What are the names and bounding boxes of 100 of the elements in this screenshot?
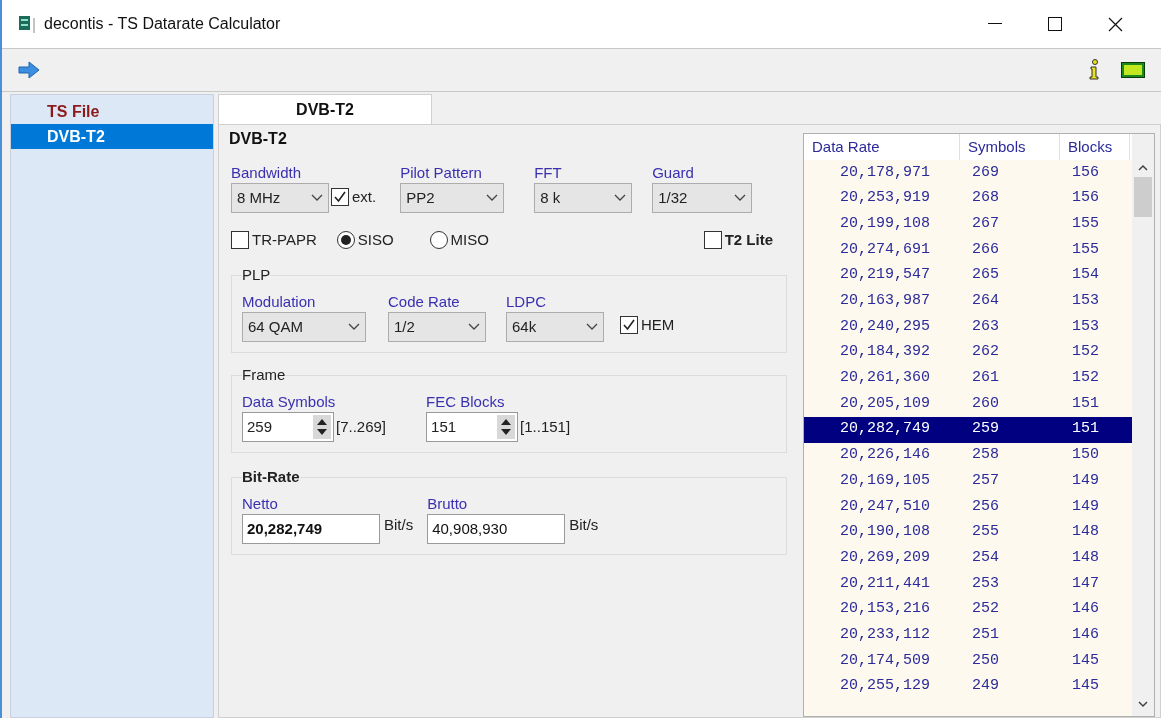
table-cell-text: 154 [1071,265,1100,286]
table-cell-text: 146 [1071,599,1100,620]
field-label: Data Symbols [242,392,337,412]
table-cell-text: 251 [971,624,1000,645]
scrollbar[interactable] [1132,134,1154,716]
table-cell-text: 155 [1071,239,1100,260]
field-label: LDPC [506,292,547,312]
table-row[interactable]: 20,282,749 259 151 [804,416,1132,443]
table-row[interactable]: 20,253,919 268 156 [804,185,1132,212]
output-field[interactable]: 40,908,930 [427,514,566,544]
table-cell-text: 268 [971,188,1000,209]
table-row[interactable]: 20,255,129 249 145 [804,673,1132,700]
chevron-up-icon [1138,164,1148,171]
table-row[interactable]: 20,261,360 261 152 [804,365,1132,392]
table-row[interactable]: 20,190,108 255 148 [804,519,1132,546]
field-label: Brutto [427,494,469,514]
dropdown[interactable]: 8 MHz [231,183,329,213]
field-label: Guard [652,163,695,183]
radio-button[interactable]: SISO [336,228,394,252]
table-cell-text: 147 [1071,573,1100,594]
spin-arrows-icon [497,415,516,439]
table-cell-text: 145 [1071,676,1100,697]
table-cell-text: 264 [971,291,1000,312]
table-cell-text: 20,153,216 [839,599,931,620]
check-icon [622,317,636,332]
table-cell-text: 265 [971,265,1000,286]
table-row[interactable]: 20,205,109 260 151 [804,391,1132,417]
table-cell-text: 20,255,129 [839,676,931,697]
table-cell-text: 262 [971,342,1000,363]
field-label: Netto [242,494,279,514]
table-cell-text: 20,178,971 [839,162,931,183]
table-cell-text: 255 [971,522,1000,543]
dropdown[interactable]: PP2 [400,183,505,213]
spin-field[interactable]: 259 [242,412,334,442]
exit-icon[interactable] [1121,62,1145,78]
close-icon [1107,16,1123,32]
sidebar-item[interactable]: TS File [11,99,213,124]
arrow-right-icon[interactable] [18,61,40,79]
chevron-down-icon [1138,701,1148,708]
table-row[interactable]: 20,219,547 265 154 [804,262,1132,289]
table-cell-text: 253 [971,573,1000,594]
dropdown[interactable]: 1/2 [388,312,486,342]
checkbox[interactable]: HEM [620,313,675,336]
chevron-down-icon [614,194,627,202]
checkbox[interactable]: ext. [331,185,377,208]
table-row[interactable]: 20,247,510 256 149 [804,493,1132,520]
table-row[interactable]: 20,226,146 258 150 [804,442,1132,469]
table-cell-text: 269 [971,162,1000,183]
maximize-icon [1048,17,1062,31]
range-text: [7..269] [336,416,387,437]
table-cell-text: 20,190,108 [839,522,931,543]
table-cell-text: 20,174,509 [839,650,931,671]
table-row[interactable]: 20,269,209 254 148 [804,545,1132,571]
field-label: FEC Blocks [426,392,506,412]
table-cell-text: 153 [1071,291,1100,312]
table-row[interactable]: 20,240,295 263 153 [804,314,1132,340]
spin-field[interactable]: 151 [426,412,519,442]
table-row[interactable]: 20,274,691 266 155 [804,237,1132,263]
table-cell-text: 155 [1071,213,1100,234]
table-row[interactable]: 20,174,509 250 145 [804,648,1132,674]
info-icon[interactable] [1087,59,1101,81]
table-row[interactable]: 20,178,971 269 156 [804,160,1132,186]
dropdown[interactable]: 64 QAM [242,312,366,342]
table-row[interactable]: 20,199,108 267 155 [804,211,1132,238]
window-title: decontis - TS Datarate Calculator [44,14,281,34]
table-cell-text: 20,261,360 [839,368,931,389]
radio-button[interactable]: MISO [429,228,489,252]
table-row[interactable]: 20,153,216 252 146 [804,596,1132,623]
table-cell-text: 267 [971,213,1000,234]
table-row[interactable]: 20,163,987 264 153 [804,288,1132,315]
chevron-down-icon [586,323,598,331]
checkbox[interactable]: T2 Lite [703,228,773,252]
table-cell-text: 261 [971,368,1000,389]
table-cell-text: 153 [1071,316,1100,337]
chevron-down-icon [348,323,360,331]
dropdown[interactable]: 64k [506,312,604,342]
field-label: Code Rate [388,292,461,312]
table-cell-text: 148 [1071,547,1100,568]
tab[interactable]: DVB-T2 [218,94,432,124]
table-cell-text: 150 [1071,445,1100,466]
table-row[interactable]: 20,169,105 257 149 [804,468,1132,494]
table-cell-text: 148 [1071,522,1100,543]
field-label: Pilot Pattern [400,163,483,183]
table-cell-text: 20,282,749 [839,419,931,440]
table-cell-text: 20,240,295 [839,316,931,337]
table-row[interactable]: 20,233,112 251 146 [804,622,1132,649]
table-cell-text: 258 [971,445,1000,466]
table-row[interactable]: 20,211,441 253 147 [804,571,1132,597]
unit-text: Bit/s [569,515,599,535]
table-cell-text: 20,163,987 [839,291,931,312]
checkbox[interactable]: TR-PAPR [231,228,317,252]
dropdown[interactable]: 8 k [534,183,633,213]
dropdown[interactable]: 1/32 [652,183,753,213]
table-cell-text: 266 [971,239,1000,260]
scrollbar-thumb[interactable] [1134,177,1152,217]
table-row[interactable]: 20,184,392 262 152 [804,339,1132,366]
sidebar-item[interactable]: DVB-T2 [11,124,213,149]
output-field[interactable]: 20,282,749 [242,514,380,544]
field-label: FFT [534,163,563,183]
table-cell-text: 20,219,547 [839,265,931,286]
